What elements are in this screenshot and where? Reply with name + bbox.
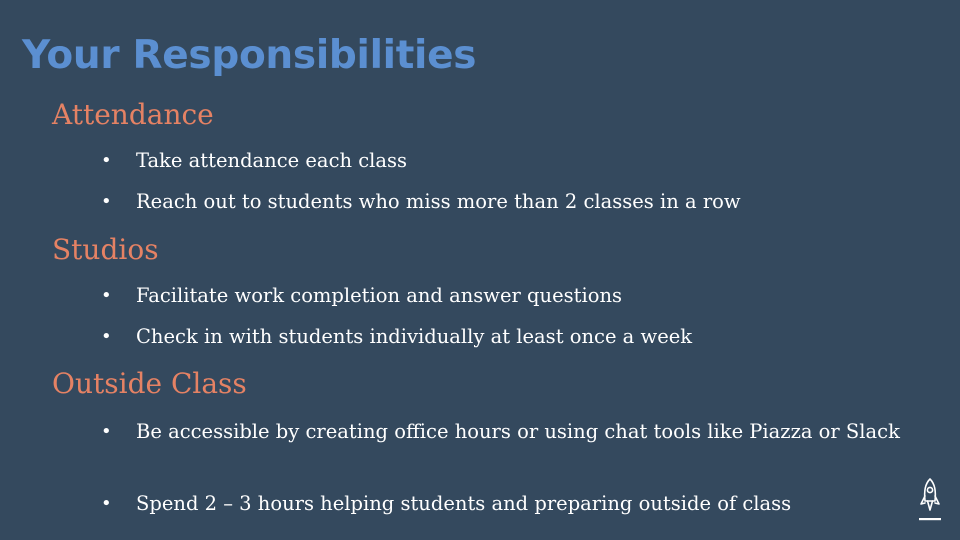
bullet-text: Spend 2 – 3 hours helping students and p… <box>136 492 792 515</box>
bullet-dot: • <box>101 493 112 514</box>
slide: Your Responsibilities Attendance • Take … <box>0 0 960 540</box>
bullet-dot: • <box>101 285 112 306</box>
bullet-item: • Spend 2 – 3 hours helping students and… <box>101 488 931 519</box>
bullet-text: Reach out to students who miss more than… <box>136 190 741 213</box>
section-heading-outside-class: Outside Class <box>52 367 247 400</box>
bullet-item: • Take attendance each class <box>101 145 931 176</box>
bullet-dot: • <box>101 191 112 212</box>
rocket-icon <box>919 478 941 521</box>
bullet-item: • Be accessible by creating office hours… <box>101 416 921 447</box>
bullet-text: Be accessible by creating office hours o… <box>136 420 900 443</box>
bullet-item: • Check in with students individually at… <box>101 321 931 352</box>
bullet-dot: • <box>101 150 112 171</box>
bullet-item: • Reach out to students who miss more th… <box>101 186 931 217</box>
section-heading-studios: Studios <box>52 233 159 266</box>
bullet-text: Check in with students individually at l… <box>136 325 693 348</box>
bullet-dot: • <box>101 421 112 442</box>
slide-content: Attendance • Take attendance each class … <box>0 0 960 540</box>
bullet-text: Facilitate work completion and answer qu… <box>136 284 623 307</box>
bullet-item: • Facilitate work completion and answer … <box>101 280 931 311</box>
bullet-dot: • <box>101 326 112 347</box>
section-heading-attendance: Attendance <box>52 98 214 131</box>
bullet-text: Take attendance each class <box>136 149 408 172</box>
